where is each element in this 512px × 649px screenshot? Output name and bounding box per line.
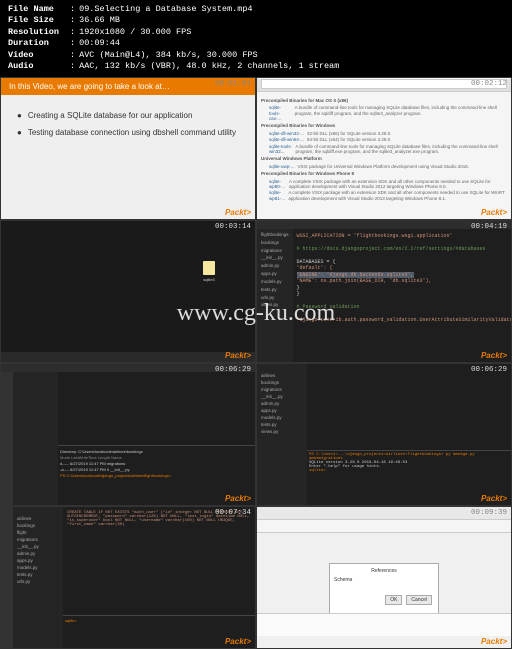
- activity-bar: [1, 507, 13, 648]
- cancel-button: Cancel: [406, 595, 432, 605]
- dialog-title: References: [334, 568, 434, 574]
- file-label: sqlite3: [201, 277, 217, 282]
- link-desc: 32-bit DLL (x86) for SQLite version 3.28…: [307, 131, 391, 136]
- download-link: sqlite-tools-osx-...: [269, 105, 292, 121]
- packt-logo: Packt>: [225, 637, 251, 646]
- video-metadata: File Name : 09.Selecting a Database Syst…: [0, 0, 512, 77]
- packt-logo: Packt>: [481, 208, 507, 217]
- toolbar: [257, 520, 511, 533]
- link-desc: A bundle of command-line tools for manag…: [295, 105, 507, 121]
- timestamp-8: 00:09:39: [471, 509, 507, 517]
- meta-video: AVC (Main@L4), 384 kb/s, 30.000 FPS: [79, 50, 258, 61]
- thumbnail-4[interactable]: 00:04:19 flightbookings bookings migrati…: [256, 220, 512, 363]
- timestamp-2: 00:02:12: [471, 80, 507, 88]
- link-desc: A complete VSIX package with an extensio…: [289, 179, 507, 190]
- meta-audio: AAC, 132 kb/s (VBR), 48.0 kHz, 2 channel…: [79, 61, 339, 72]
- bullet-1: Creating a SQLite database for our appli…: [28, 111, 193, 120]
- download-link: sqlite-uwp-...: [269, 164, 295, 169]
- thumbnail-8[interactable]: 00:09:39 References Schema OK Cancel Pac…: [256, 506, 512, 649]
- thumbnail-5[interactable]: 00:06:29 Directory: C:\Users\lucidcode\a…: [0, 363, 256, 506]
- meta-label-filesize: File Size: [8, 15, 70, 26]
- thumbnail-7[interactable]: 00:07:34 airlines bookings flight migrat…: [0, 506, 256, 649]
- timestamp-5: 00:06:29: [215, 366, 251, 374]
- packt-logo: Packt>: [481, 351, 507, 360]
- timestamp-4: 00:04:19: [471, 223, 507, 231]
- bullet-icon: ●: [17, 111, 22, 120]
- meta-resolution: 1920x1080 / 30.000 FPS: [79, 27, 191, 38]
- packt-logo: Packt>: [481, 494, 507, 503]
- meta-filesize: 36.66 MB: [79, 15, 120, 26]
- section-wp: Precompiled Binaries for Windows Phone 8: [261, 171, 507, 176]
- file-explorer: flightbookings bookings migrations __ini…: [257, 229, 293, 362]
- section-mac: Precompiled Binaries for Mac OS X (x86): [261, 98, 507, 103]
- thumbnail-6[interactable]: 00:06:29 airlines bookings migrations __…: [256, 363, 512, 506]
- file-explorer: airlines bookings flight migrations __in…: [13, 507, 63, 648]
- packt-logo: Packt>: [225, 208, 251, 217]
- editor-pane: [58, 372, 255, 445]
- packt-logo: Packt>: [225, 494, 251, 503]
- packt-logo: Packt>: [225, 351, 251, 360]
- desktop-file-icon: sqlite3: [201, 261, 217, 281]
- section-uwp: Universal Windows Platform: [261, 156, 507, 161]
- link-desc: A bundle of command-line tools for manag…: [295, 144, 507, 155]
- ok-button: OK: [385, 595, 402, 605]
- meta-filename: 09.Selecting a Database System.mp4: [79, 4, 252, 15]
- meta-label-duration: Duration: [8, 38, 70, 49]
- thumbnail-1[interactable]: 00:01:01 In this Video, we are going to …: [0, 77, 256, 220]
- bullet-icon: ●: [17, 128, 22, 137]
- meta-label-video: Video: [8, 50, 70, 61]
- timestamp-7: 00:07:34: [215, 509, 251, 517]
- download-link: sqlite-wp80-...: [269, 179, 286, 190]
- timestamp-1: 00:01:01: [215, 80, 251, 88]
- meta-label-filename: File Name: [8, 4, 70, 15]
- editor-pane: CREATE TABLE IF NOT EXISTS "auth_user" (…: [63, 507, 255, 615]
- timestamp-3: 00:03:14: [215, 223, 251, 231]
- timestamp-6: 00:06:29: [471, 366, 507, 374]
- file-explorer: airlines bookings migrations __init__.py…: [257, 364, 307, 505]
- download-link: sqlite-tools-win32...: [269, 144, 292, 155]
- link-desc: VSIX package for Universal Windows Platf…: [298, 164, 470, 169]
- thumbnail-3[interactable]: 00:03:14 sqlite3 Packt>: [0, 220, 256, 363]
- code-editor: WSGI_APPLICATION = 'flightbookings.wsgi.…: [293, 229, 512, 362]
- thumbnail-2[interactable]: 00:02:12 Precompiled Binaries for Mac OS…: [256, 77, 512, 220]
- editor-pane: [307, 364, 511, 450]
- packt-logo: Packt>: [481, 637, 507, 646]
- file-explorer: [13, 372, 58, 505]
- link-desc: 64-bit DLL (x64) for SQLite version 3.28…: [307, 137, 391, 142]
- download-link: sqlite-dll-win64-...: [269, 137, 304, 142]
- bullet-2: Testing database connection using dbshel…: [28, 128, 236, 137]
- thumbnail-grid: 00:01:01 In this Video, we are going to …: [0, 77, 512, 649]
- meta-duration: 00:09:44: [79, 38, 120, 49]
- download-link: sqlite-wp81-...: [269, 190, 285, 201]
- download-link: sqlite-dll-win32-...: [269, 131, 304, 136]
- link-desc: A complete VSIX package with an extensio…: [288, 190, 507, 201]
- file-icon: [203, 261, 215, 275]
- activity-bar: [1, 372, 13, 505]
- section-win: Precompiled Binaries for Windows: [261, 123, 507, 128]
- meta-label-resolution: Resolution: [8, 27, 70, 38]
- taskbar: [1, 352, 255, 362]
- meta-label-audio: Audio: [8, 61, 70, 72]
- bottom-panel: [257, 613, 511, 636]
